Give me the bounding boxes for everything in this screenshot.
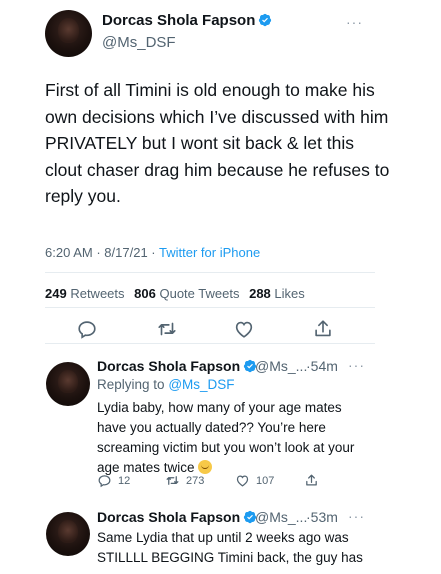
replying-to-handle[interactable]: @Ms_DSF: [168, 377, 234, 392]
like-icon-group[interactable]: 107: [235, 473, 274, 488]
more-icon[interactable]: ···: [348, 508, 365, 524]
more-icon[interactable]: ···: [346, 14, 363, 30]
replying-prefix: Replying to: [97, 377, 165, 392]
reply-tweet[interactable]: Dorcas Shola Fapson @Ms_... ·53m ··· Sam…: [0, 502, 441, 574]
reply-tweet[interactable]: Dorcas Shola Fapson @Ms_... ·54m ··· Rep…: [0, 352, 441, 502]
author-name-row[interactable]: Dorcas Shola Fapson: [102, 12, 272, 29]
more-icon[interactable]: ···: [348, 357, 365, 373]
author-handle[interactable]: @Ms_DSF: [102, 34, 176, 51]
reply-count: 12: [118, 474, 131, 487]
retweets-stat[interactable]: 249 Retweets: [45, 286, 125, 301]
share-icon-group[interactable]: [304, 473, 325, 488]
retweet-icon[interactable]: [156, 318, 178, 340]
retweet-count: 273: [186, 474, 205, 487]
tweet-actions: [0, 318, 441, 342]
like-icon[interactable]: [233, 318, 255, 340]
reply-icon[interactable]: [76, 318, 98, 340]
reply-author-handle[interactable]: @Ms_...: [255, 509, 307, 525]
meta-separator: ·: [151, 245, 156, 260]
reply-time[interactable]: ·54m: [306, 358, 338, 374]
face-emoji-icon: [198, 460, 213, 474]
share-icon[interactable]: [304, 473, 319, 488]
verified-badge-icon: [259, 13, 272, 27]
avatar[interactable]: [46, 362, 90, 406]
tweet-stats: 249 Retweets 806 Quote Tweets 288 Likes: [45, 286, 305, 301]
tweet-date[interactable]: 8/17/21: [104, 245, 147, 260]
reply-time[interactable]: ·53m: [306, 509, 338, 525]
main-tweet: Dorcas Shola Fapson @Ms_DSF ··· First of…: [0, 0, 441, 345]
author-name[interactable]: Dorcas Shola Fapson: [102, 12, 255, 29]
likes-stat[interactable]: 288 Likes: [249, 286, 305, 301]
reply-author-row[interactable]: Dorcas Shola Fapson: [97, 358, 257, 374]
retweet-icon-group[interactable]: 273: [165, 473, 204, 488]
reply-author-row[interactable]: Dorcas Shola Fapson: [97, 509, 257, 525]
reply-author-handle[interactable]: @Ms_...: [255, 358, 307, 374]
replying-to: Replying to @Ms_DSF: [97, 377, 235, 392]
reply-text: Same Lydia that up until 2 weeks ago was…: [97, 530, 363, 565]
reply-icon[interactable]: [97, 473, 112, 488]
tweet-meta: 6:20 AM · 8/17/21 · Twitter for iPhone: [45, 245, 260, 260]
divider: [45, 307, 375, 308]
divider: [45, 343, 375, 344]
reply-icon-group[interactable]: 12: [97, 473, 130, 488]
tweet-text: First of all Timini is old enough to mak…: [45, 80, 390, 206]
divider: [45, 272, 375, 273]
share-icon[interactable]: [312, 318, 334, 340]
quote-tweets-stat[interactable]: 806 Quote Tweets: [134, 286, 239, 301]
tweet-time[interactable]: 6:20 AM: [45, 245, 93, 260]
like-count: 107: [256, 474, 275, 487]
avatar[interactable]: [46, 512, 90, 556]
tweet-source[interactable]: Twitter for iPhone: [159, 245, 260, 260]
meta-separator: ·: [96, 245, 101, 260]
reply-text-body: Lydia baby, how many of your age mates h…: [97, 400, 355, 475]
reply-author-name[interactable]: Dorcas Shola Fapson: [97, 358, 240, 374]
retweet-icon[interactable]: [165, 473, 180, 488]
reply-text: Lydia baby, how many of your age mates h…: [97, 398, 367, 478]
avatar[interactable]: [45, 10, 92, 57]
reply-author-name[interactable]: Dorcas Shola Fapson: [97, 509, 240, 525]
like-icon[interactable]: [235, 473, 250, 488]
